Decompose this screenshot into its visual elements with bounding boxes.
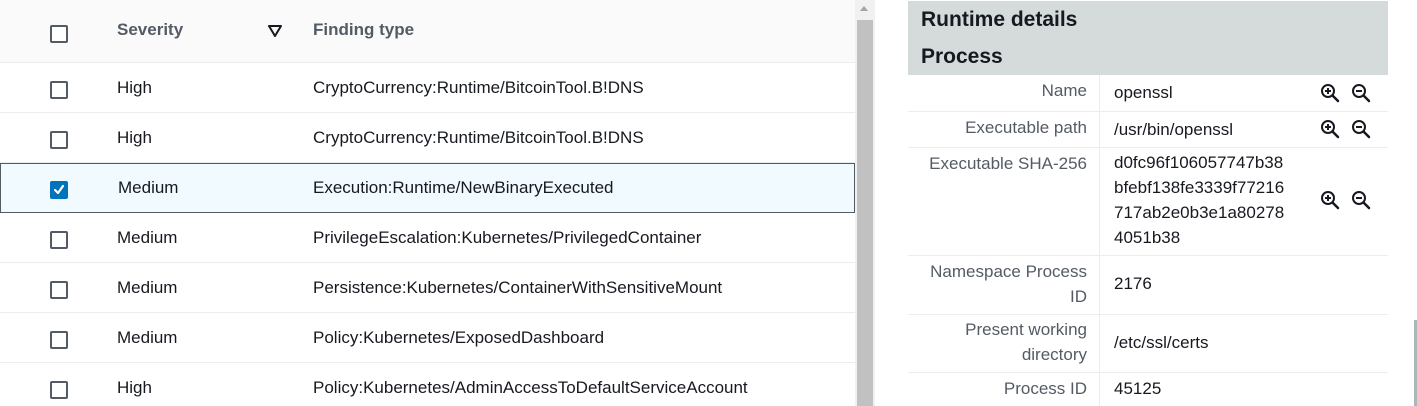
scrollbar-thumb[interactable] <box>857 20 873 406</box>
checkmark-icon <box>53 184 65 195</box>
table-row[interactable]: Medium PrivilegeEscalation:Kubernetes/Pr… <box>0 213 855 263</box>
process-section-title: Process <box>908 38 1388 75</box>
detail-value: 45125 <box>1114 379 1162 398</box>
detail-key: Executable path <box>965 118 1087 137</box>
severity-cell: High <box>117 78 152 97</box>
detail-key: directory <box>1021 345 1087 364</box>
zoom-out-icon[interactable] <box>1351 119 1371 139</box>
row-checkbox-checked[interactable] <box>50 181 68 199</box>
detail-key: Name <box>1041 81 1087 100</box>
select-all-checkbox[interactable] <box>50 25 68 43</box>
scroll-up-arrow-icon[interactable] <box>860 6 868 11</box>
detail-value: /usr/bin/openssl <box>1114 120 1234 139</box>
row-checkbox[interactable] <box>50 331 68 349</box>
detail-row-executable-sha256: Executable SHA-256 d0fc96f106057747b38 b… <box>908 148 1388 256</box>
zoom-out-icon[interactable] <box>1351 190 1371 210</box>
detail-value: openssl <box>1114 83 1173 102</box>
row-checkbox[interactable] <box>50 231 68 249</box>
findings-pane: Severity Finding type High CryptoCurrenc… <box>0 0 876 406</box>
finding-type-cell: Persistence:Kubernetes/ContainerWithSens… <box>313 278 723 297</box>
finding-type-cell: PrivilegeEscalation:Kubernetes/Privilege… <box>313 228 702 247</box>
table-row[interactable]: High Policy:Kubernetes/AdminAccessToDefa… <box>0 363 855 406</box>
detail-key: Process ID <box>1003 379 1087 398</box>
finding-type-cell: Execution:Runtime/NewBinaryExecuted <box>313 178 614 197</box>
finding-type-cell: CryptoCurrency:Runtime/BitcoinTool.B!DNS <box>313 128 644 147</box>
finding-type-cell: Policy:Kubernetes/AdminAccessToDefaultSe… <box>313 378 748 397</box>
zoom-in-icon[interactable] <box>1320 119 1340 139</box>
detail-row-executable-path: Executable path /usr/bin/openssl <box>908 112 1388 148</box>
detail-key: Present working <box>965 320 1087 339</box>
severity-cell: High <box>117 128 152 147</box>
detail-value: /etc/ssl/certs <box>1114 333 1209 352</box>
detail-value: 2176 <box>1114 274 1152 293</box>
severity-cell: High <box>117 378 152 397</box>
severity-cell: Medium <box>117 278 178 297</box>
row-checkbox[interactable] <box>50 81 68 99</box>
zoom-in-icon[interactable] <box>1320 83 1340 103</box>
severity-cell: Medium <box>118 178 179 197</box>
sort-descending-icon[interactable] <box>268 25 282 37</box>
finding-type-cell: Policy:Kubernetes/ExposedDashboard <box>313 328 605 347</box>
zoom-out-icon[interactable] <box>1351 83 1371 103</box>
finding-type-cell: CryptoCurrency:Runtime/BitcoinTool.B!DNS <box>313 78 644 97</box>
detail-key: Executable SHA-256 <box>929 154 1087 173</box>
detail-row-name: Name openssl <box>908 75 1388 112</box>
table-row[interactable]: High CryptoCurrency:Runtime/BitcoinTool.… <box>0 113 855 163</box>
sha256-line: d0fc96f106057747b38 <box>1114 153 1284 172</box>
table-row[interactable]: High CryptoCurrency:Runtime/BitcoinTool.… <box>0 63 855 113</box>
severity-cell: Medium <box>117 228 178 247</box>
detail-row-present-working-directory: Present working directory /etc/ssl/certs <box>908 315 1388 373</box>
table-row[interactable]: Medium Persistence:Kubernetes/ContainerW… <box>0 263 855 313</box>
row-checkbox[interactable] <box>50 131 68 149</box>
runtime-details-title: Runtime details <box>908 1 1388 38</box>
details-pane: Runtime details Process Name openssl Exe… <box>876 0 1417 406</box>
row-checkbox[interactable] <box>50 381 68 399</box>
severity-column-header[interactable]: Severity <box>117 20 183 40</box>
detail-key: Namespace Process <box>930 262 1087 281</box>
table-row-selected[interactable]: Medium Execution:Runtime/NewBinaryExecut… <box>0 163 855 213</box>
zoom-in-icon[interactable] <box>1320 190 1340 210</box>
sha256-line: bfebf138fe3339f77216 <box>1114 178 1285 197</box>
table-scrollbar[interactable] <box>855 0 875 406</box>
sha256-line: 717ab2e0b3e1a80278 <box>1114 203 1285 222</box>
table-header: Severity Finding type <box>0 0 855 63</box>
table-row[interactable]: Medium Policy:Kubernetes/ExposedDashboar… <box>0 313 855 363</box>
detail-row-process-id: Process ID 45125 <box>908 373 1388 406</box>
severity-cell: Medium <box>117 328 178 347</box>
detail-row-namespace-process-id: Namespace Process ID 2176 <box>908 256 1388 315</box>
sha256-line: 4051b38 <box>1114 228 1181 247</box>
row-checkbox[interactable] <box>50 281 68 299</box>
detail-key: ID <box>1070 287 1087 306</box>
finding-type-column-header[interactable]: Finding type <box>313 20 414 40</box>
